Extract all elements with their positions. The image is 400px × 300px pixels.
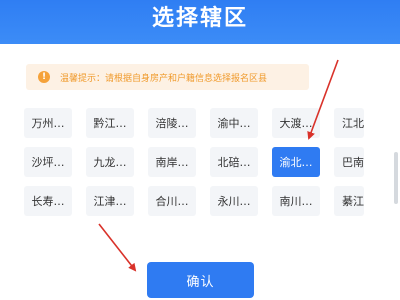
district-option[interactable]: 江北… bbox=[334, 108, 364, 138]
district-option[interactable]: 涪陵… bbox=[148, 108, 196, 138]
district-row: 万州… 黔江… 涪陵… 渝中… 大渡… 江北… bbox=[24, 108, 400, 138]
district-option[interactable]: 巴南… bbox=[334, 147, 364, 177]
district-option[interactable]: 合川… bbox=[148, 186, 196, 216]
district-option[interactable]: 南岸… bbox=[148, 147, 196, 177]
district-option[interactable]: 南川… bbox=[272, 186, 320, 216]
district-option[interactable]: 北碚… bbox=[210, 147, 258, 177]
district-option[interactable]: 江津… bbox=[86, 186, 134, 216]
dialog-header: 选择辖区 bbox=[0, 0, 400, 44]
district-option[interactable]: 大渡… bbox=[272, 108, 320, 138]
tip-banner: ! 温馨提示：请根据自身房产和户籍信息选择报名区县 bbox=[26, 64, 309, 90]
district-row: 沙坪… 九龙… 南岸… 北碚… 渝北… 巴南… bbox=[24, 147, 400, 177]
tip-text: 温馨提示：请根据自身房产和户籍信息选择报名区县 bbox=[60, 73, 268, 84]
scrollbar[interactable] bbox=[394, 152, 398, 204]
dialog-title: 选择辖区 bbox=[151, 6, 248, 31]
district-option[interactable]: 沙坪… bbox=[24, 147, 72, 177]
warning-icon: ! bbox=[38, 71, 50, 83]
district-option[interactable]: 永川… bbox=[210, 186, 258, 216]
district-option[interactable]: 黔江… bbox=[86, 108, 134, 138]
district-option[interactable]: 渝中… bbox=[210, 108, 258, 138]
district-panel: ! 温馨提示：请根据自身房产和户籍信息选择报名区县 万州… 黔江… 涪陵… 渝中… bbox=[0, 44, 400, 300]
district-option[interactable]: 綦江… bbox=[334, 186, 364, 216]
district-option[interactable]: 长寿… bbox=[24, 186, 72, 216]
district-row: 长寿… 江津… 合川… 永川… 南川… 綦江… bbox=[24, 186, 400, 216]
district-option-selected[interactable]: 渝北… bbox=[272, 147, 320, 177]
confirm-button[interactable]: 确认 bbox=[147, 262, 254, 298]
district-grid: 万州… 黔江… 涪陵… 渝中… 大渡… 江北… 沙坪… 九龙… 南岸… 北碚… … bbox=[24, 108, 400, 225]
district-option[interactable]: 万州… bbox=[24, 108, 72, 138]
district-option[interactable]: 九龙… bbox=[86, 147, 134, 177]
